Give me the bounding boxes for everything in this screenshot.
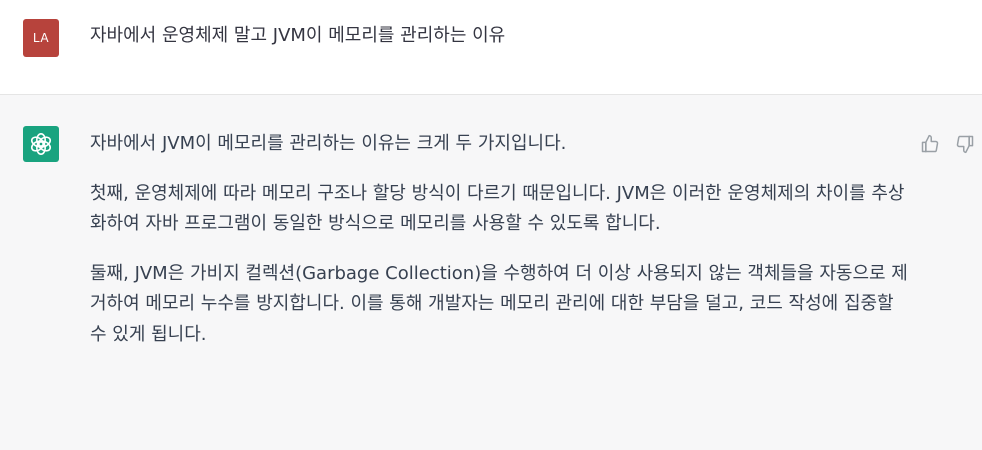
assistant-message-row: 자바에서 JVM이 메모리를 관리하는 이유는 크게 두 가지입니다. 첫째, … xyxy=(0,95,982,450)
openai-logo-icon xyxy=(30,133,52,155)
user-message-text: 자바에서 운영체제 말고 JVM이 메모리를 관리하는 이유 xyxy=(90,25,506,46)
user-message-row: LA 자바에서 운영체제 말고 JVM이 메모리를 관리하는 이유 xyxy=(0,0,982,95)
thumbs-down-button[interactable] xyxy=(954,133,976,155)
answer-paragraph: 둘째, JVM은 가비지 컬렉션(Garbage Collection)을 수행… xyxy=(90,262,908,345)
user-avatar-initials: LA xyxy=(32,31,50,45)
answer-paragraph: 첫째, 운영체제에 따라 메모리 구조나 할당 방식이 다르기 때문입니다. J… xyxy=(90,182,905,235)
user-avatar: LA xyxy=(23,19,59,57)
thumbs-down-icon xyxy=(956,135,974,154)
assistant-answer: 자바에서 JVM이 메모리를 관리하는 이유는 크게 두 가지입니다. 첫째, … xyxy=(90,129,910,369)
thumbs-up-button[interactable] xyxy=(919,133,941,155)
thumbs-up-icon xyxy=(921,134,939,153)
assistant-avatar xyxy=(23,126,59,162)
answer-paragraph: 자바에서 JVM이 메모리를 관리하는 이유는 크게 두 가지입니다. xyxy=(90,133,567,154)
